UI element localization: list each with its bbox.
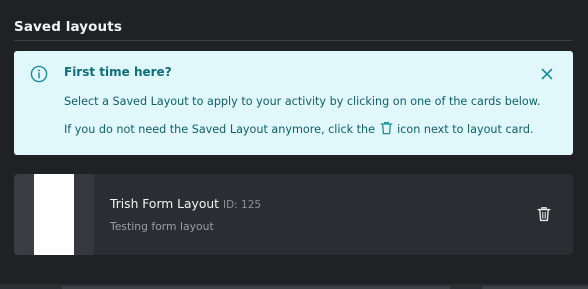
- card-accent-stripe: [14, 174, 34, 255]
- layout-description: Testing form layout: [110, 220, 214, 233]
- banner-instruction-text: Select a Saved Layout to apply to your a…: [64, 95, 541, 108]
- delete-layout-trash-icon[interactable]: [537, 206, 551, 222]
- banner-delete-hint-after: icon next to layout card.: [397, 123, 534, 136]
- banner-delete-hint-before: If you do not need the Saved Layout anym…: [64, 123, 375, 136]
- saved-layouts-panel: Saved layouts First time here? Select a …: [0, 0, 588, 289]
- close-icon[interactable]: [540, 67, 554, 81]
- info-icon: [30, 65, 48, 83]
- layout-id: ID: 125: [222, 199, 262, 211]
- layout-thumbnail: [34, 174, 74, 255]
- section-title: Saved layouts: [14, 19, 122, 35]
- trash-icon: [380, 122, 393, 135]
- layout-name-text: Trish Form Layout: [110, 197, 219, 211]
- info-banner: First time here? Select a Saved Layout t…: [14, 51, 573, 155]
- banner-delete-hint: If you do not need the Saved Layout anym…: [64, 121, 534, 136]
- layout-name: Trish Form Layout ID: 125: [110, 197, 261, 211]
- layout-card[interactable]: Trish Form Layout ID: 125 Testing form la…: [14, 174, 573, 255]
- layout-thumbnail-edge: [74, 174, 94, 255]
- section-divider: [14, 40, 573, 41]
- banner-heading: First time here?: [64, 65, 172, 79]
